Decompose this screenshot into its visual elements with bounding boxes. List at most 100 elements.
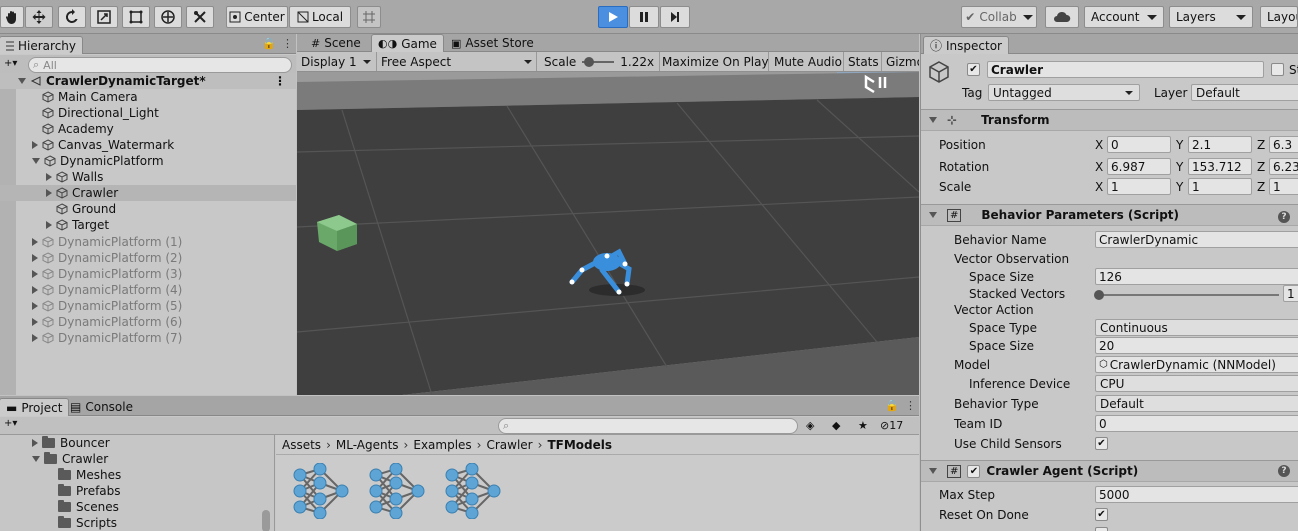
slider-thumb[interactable] <box>1094 290 1104 300</box>
hierarchy-item[interactable]: Crawler <box>0 185 296 201</box>
expand-arrow-icon[interactable] <box>32 286 38 294</box>
game-viewport[interactable] <box>297 72 919 395</box>
folder-item[interactable]: Meshes <box>46 467 121 483</box>
hierarchy-item[interactable]: DynamicPlatform (4) <box>0 282 296 298</box>
gizmos-toggle[interactable]: Gizmos <box>882 52 919 71</box>
scale-y-field[interactable]: 1 <box>1188 178 1252 195</box>
aspect-dropdown[interactable]: Free Aspect <box>377 52 537 71</box>
scale-slider-track[interactable] <box>582 56 615 67</box>
axis-label-y[interactable]: Y <box>1176 160 1183 174</box>
kebab-menu-icon[interactable]: ⋮ <box>905 399 916 412</box>
hierarchy-item[interactable]: Main Camera <box>0 89 296 105</box>
nn-model-asset-icon[interactable] <box>442 463 504 519</box>
collapse-arrow-icon[interactable] <box>32 158 40 164</box>
expand-arrow-icon[interactable] <box>32 334 38 342</box>
create-dropdown-icon[interactable]: +▾ <box>4 418 17 429</box>
hierarchy-item[interactable]: Walls <box>0 169 296 185</box>
hand-tool-button[interactable] <box>0 6 24 28</box>
expand-arrow-icon[interactable] <box>46 173 52 181</box>
stats-toggle[interactable]: Stats <box>844 52 882 71</box>
axis-label-z[interactable]: Z <box>1257 138 1265 152</box>
behavior-parameters-header[interactable]: # Behavior Parameters (Script) <box>921 204 1298 226</box>
tag-dropdown[interactable]: Untagged <box>988 84 1140 101</box>
transform-header[interactable]: ⊹ Transform <box>921 109 1298 131</box>
hierarchy-item[interactable]: Directional_Light <box>0 105 296 121</box>
expand-arrow-icon[interactable] <box>32 141 38 149</box>
scale-x-field[interactable]: 1 <box>1107 178 1171 195</box>
folder-item[interactable]: Scenes <box>46 499 119 515</box>
collab-dropdown[interactable]: ✔ Collab <box>961 6 1037 28</box>
hierarchy-item[interactable]: Target <box>0 217 296 233</box>
tab-game[interactable]: ◐◑ Game <box>371 34 444 52</box>
axis-label-z[interactable]: Z <box>1257 160 1265 174</box>
rect-tool-button[interactable] <box>122 6 150 28</box>
behavior-type-dropdown[interactable]: Default <box>1095 395 1298 412</box>
layer-dropdown[interactable]: Default <box>1191 84 1298 101</box>
collapse-arrow-icon[interactable] <box>32 456 40 462</box>
rotation-z-field[interactable]: 6.238 <box>1269 158 1298 175</box>
reset-on-done-checkbox[interactable]: ✔ <box>1095 508 1108 521</box>
hierarchy-item[interactable]: DynamicPlatform (6) <box>0 314 296 330</box>
position-y-field[interactable]: 2.1 <box>1188 136 1252 153</box>
search-by-type-icon[interactable]: ◈ <box>806 419 814 432</box>
layout-dropdown[interactable]: Layout <box>1260 6 1298 28</box>
breadcrumb-item[interactable]: Examples <box>413 438 471 452</box>
kebab-menu-icon[interactable]: ⋮ <box>282 37 293 50</box>
hierarchy-item[interactable]: Canvas_Watermark <box>0 137 296 153</box>
position-x-field[interactable]: 0 <box>1107 136 1171 153</box>
hierarchy-item[interactable]: DynamicPlatform (5) <box>0 298 296 314</box>
position-z-field[interactable]: 6.3 <box>1269 136 1298 153</box>
expand-arrow-icon[interactable] <box>32 439 38 447</box>
hierarchy-item[interactable]: DynamicPlatform (2) <box>0 250 296 266</box>
maximize-on-play-toggle[interactable]: Maximize On Play <box>658 52 769 71</box>
collapse-arrow-icon[interactable] <box>929 212 937 218</box>
stacked-vectors-slider[interactable] <box>1094 290 1279 300</box>
rotate-tool-button[interactable] <box>58 6 86 28</box>
scene-row[interactable]: CrawlerDynamicTarget* ⋮ <box>0 73 296 89</box>
agent-enabled-checkbox[interactable]: ✔ <box>967 464 981 478</box>
static-checkbox[interactable] <box>1271 63 1284 76</box>
tab-asset-store[interactable]: ▣ Asset Store <box>445 34 540 52</box>
hierarchy-item[interactable]: DynamicPlatform <box>0 153 296 169</box>
display-dropdown[interactable]: Display 1 <box>297 52 377 71</box>
axis-label-y[interactable]: Y <box>1176 138 1183 152</box>
move-tool-button[interactable] <box>25 6 53 28</box>
hidden-packages-toggle[interactable]: ⊘ 17 <box>880 419 903 432</box>
breadcrumb-item[interactable]: Assets <box>282 438 321 452</box>
transform-tool-button[interactable] <box>154 6 182 28</box>
expand-arrow-icon[interactable] <box>32 254 38 262</box>
pause-button[interactable] <box>629 6 659 28</box>
nn-model-asset-icon[interactable] <box>290 463 352 519</box>
scale-tool-button[interactable] <box>90 6 118 28</box>
search-by-label-icon[interactable]: ◆ <box>832 419 840 432</box>
rotation-y-field[interactable]: 153.712 <box>1188 158 1252 175</box>
collapse-arrow-icon[interactable] <box>929 117 937 123</box>
collapse-arrow-icon[interactable] <box>929 468 937 474</box>
stacked-vectors-field[interactable]: 1 <box>1283 285 1298 302</box>
kebab-menu-icon[interactable]: ⋮ <box>274 74 286 88</box>
scale-slider-thumb[interactable] <box>583 56 594 67</box>
folder-item[interactable]: Bouncer <box>32 435 110 451</box>
tab-console[interactable]: ▤ Console <box>64 398 139 416</box>
tab-scene[interactable]: # Scene <box>305 34 367 52</box>
layers-dropdown[interactable]: Layers <box>1169 6 1253 28</box>
space-size-field[interactable]: 126 <box>1095 268 1298 285</box>
active-checkbox[interactable]: ✔ <box>967 63 980 76</box>
project-search-input[interactable]: ⌕ <box>498 418 798 434</box>
pivot-center-button[interactable]: Center <box>226 6 288 28</box>
expand-arrow-icon[interactable] <box>32 302 38 310</box>
lock-icon[interactable]: 🔒 <box>262 37 276 50</box>
rotation-x-field[interactable]: 6.987 <box>1107 158 1171 175</box>
object-name-field[interactable]: Crawler <box>987 61 1264 78</box>
account-dropdown[interactable]: Account <box>1084 6 1164 28</box>
breadcrumb-item[interactable]: TFModels <box>547 438 612 452</box>
axis-label-x[interactable]: X <box>1095 138 1103 152</box>
tab-hierarchy[interactable]: Hierarchy <box>0 36 84 54</box>
help-icon[interactable]: ? <box>1278 465 1290 477</box>
custom-tool-button[interactable] <box>186 6 214 28</box>
help-icon[interactable]: ? <box>1278 211 1290 223</box>
axis-label-y[interactable]: Y <box>1176 180 1183 194</box>
step-button[interactable] <box>660 6 690 28</box>
scrollbar-thumb[interactable] <box>262 510 270 531</box>
hierarchy-item[interactable]: DynamicPlatform (1) <box>0 234 296 250</box>
